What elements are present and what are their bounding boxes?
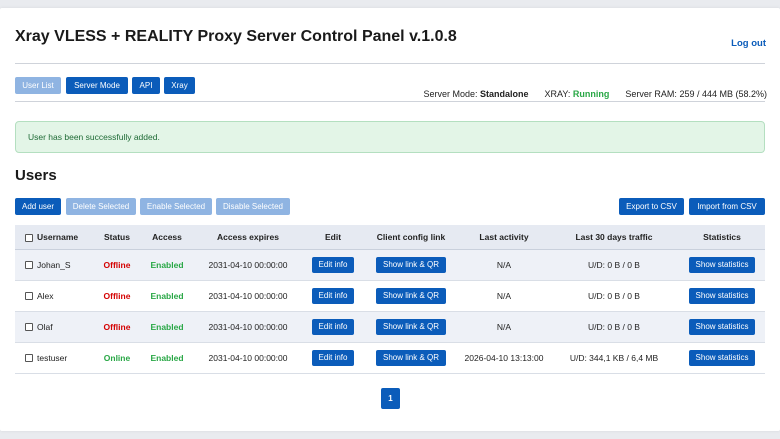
nav-api-button[interactable]: API — [132, 77, 160, 94]
col-last-activity: Last activity — [459, 225, 549, 250]
col-client-config-link: Client config link — [363, 225, 459, 250]
users-heading: Users — [15, 167, 57, 184]
server-status-bar: Server Mode: Standalone XRAY: Running Se… — [423, 89, 767, 99]
nav-server-mode-button[interactable]: Server Mode — [66, 77, 128, 94]
link-cell: Show link & QR — [363, 342, 459, 374]
add-user-button[interactable]: Add user — [15, 198, 61, 215]
table-header-row: Username Status Access Access expires Ed… — [15, 225, 765, 250]
row-checkbox[interactable] — [25, 323, 33, 332]
status-cell: Offline — [93, 311, 141, 343]
statistics-cell: Show statistics — [679, 311, 765, 343]
col-status: Status — [93, 225, 141, 250]
server-ram-status: Server RAM: 259 / 444 MB (58.2%) — [625, 89, 767, 99]
edit-info-button[interactable]: Edit info — [311, 349, 355, 366]
col-access: Access — [141, 225, 193, 250]
edit-info-button[interactable]: Edit info — [311, 256, 355, 273]
delete-selected-button[interactable]: Delete Selected — [66, 198, 136, 215]
nav-xray-button[interactable]: Xray — [164, 77, 195, 94]
select-all-checkbox[interactable] — [25, 233, 33, 242]
show-link-qr-button[interactable]: Show link & QR — [375, 287, 447, 304]
traffic-cell: U/D: 0 B / 0 B — [549, 311, 679, 343]
server-mode-status: Server Mode: Standalone — [423, 89, 529, 99]
status-cell: Online — [93, 342, 141, 374]
expires-cell: 2031-04-10 00:00:00 — [193, 342, 303, 374]
col-access-expires: Access expires — [193, 225, 303, 250]
last-activity-cell: N/A — [459, 280, 549, 312]
show-link-qr-button[interactable]: Show link & QR — [375, 256, 447, 273]
enable-selected-button[interactable]: Enable Selected — [140, 198, 212, 215]
edit-cell: Edit info — [303, 342, 363, 374]
traffic-cell: U/D: 344,1 KB / 6,4 MB — [549, 342, 679, 374]
edit-info-button[interactable]: Edit info — [311, 318, 355, 335]
username-cell: testuser — [15, 342, 93, 374]
expires-cell: 2031-04-10 00:00:00 — [193, 311, 303, 343]
show-link-qr-button[interactable]: Show link & QR — [375, 349, 447, 366]
row-checkbox[interactable] — [25, 354, 33, 363]
edit-cell: Edit info — [303, 311, 363, 343]
access-cell: Enabled — [141, 249, 193, 281]
access-cell: Enabled — [141, 280, 193, 312]
col-statistics: Statistics — [679, 225, 765, 250]
col-edit: Edit — [303, 225, 363, 250]
last-activity-cell: N/A — [459, 249, 549, 281]
export-csv-button[interactable]: Export to CSV — [619, 198, 684, 215]
page-title: Xray VLESS + REALITY Proxy Server Contro… — [15, 28, 457, 45]
statistics-cell: Show statistics — [679, 342, 765, 374]
username-cell: Alex — [15, 280, 93, 312]
statistics-cell: Show statistics — [679, 249, 765, 281]
statistics-cell: Show statistics — [679, 280, 765, 312]
traffic-cell: U/D: 0 B / 0 B — [549, 249, 679, 281]
row-checkbox[interactable] — [25, 292, 33, 301]
show-statistics-button[interactable]: Show statistics — [688, 287, 756, 304]
pagination-page-1[interactable]: 1 — [381, 388, 400, 409]
edit-cell: Edit info — [303, 280, 363, 312]
status-cell: Offline — [93, 249, 141, 281]
logout-link[interactable]: Log out — [731, 38, 766, 49]
username-cell: Olaf — [15, 311, 93, 343]
expires-cell: 2031-04-10 00:00:00 — [193, 280, 303, 312]
link-cell: Show link & QR — [363, 249, 459, 281]
edit-cell: Edit info — [303, 249, 363, 281]
status-cell: Offline — [93, 280, 141, 312]
nav-divider — [15, 101, 765, 102]
link-cell: Show link & QR — [363, 311, 459, 343]
users-table: Username Status Access Access expires Ed… — [15, 225, 765, 374]
edit-info-button[interactable]: Edit info — [311, 287, 355, 304]
access-cell: Enabled — [141, 311, 193, 343]
col-username: Username — [15, 225, 93, 250]
last-activity-cell: 2026-04-10 13:13:00 — [459, 342, 549, 374]
traffic-cell: U/D: 0 B / 0 B — [549, 280, 679, 312]
access-cell: Enabled — [141, 342, 193, 374]
last-activity-cell: N/A — [459, 311, 549, 343]
disable-selected-button[interactable]: Disable Selected — [216, 198, 290, 215]
username-cell: Johan_S — [15, 249, 93, 281]
table-row: Alex Offline Enabled 2031-04-10 00:00:00 Edi… — [15, 280, 765, 312]
success-alert: User has been successfully added. — [15, 121, 765, 153]
show-statistics-button[interactable]: Show statistics — [688, 256, 756, 273]
import-csv-button[interactable]: Import from CSV — [689, 198, 765, 215]
table-row: testuser Online Enabled 2031-04-10 00:00:00… — [15, 342, 765, 374]
table-row: Olaf Offline Enabled 2031-04-10 00:00:00 Edi… — [15, 311, 765, 343]
nav-user-list-button[interactable]: User List — [15, 77, 61, 94]
show-statistics-button[interactable]: Show statistics — [688, 318, 756, 335]
show-link-qr-button[interactable]: Show link & QR — [375, 318, 447, 335]
row-checkbox[interactable] — [25, 261, 33, 270]
col-traffic: Last 30 days traffic — [549, 225, 679, 250]
link-cell: Show link & QR — [363, 280, 459, 312]
header-divider — [15, 63, 765, 64]
expires-cell: 2031-04-10 00:00:00 — [193, 249, 303, 281]
show-statistics-button[interactable]: Show statistics — [688, 349, 756, 366]
table-row: Johan_S Offline Enabled 2031-04-10 00:00:00… — [15, 249, 765, 281]
xray-status: XRAY: Running — [544, 89, 610, 99]
